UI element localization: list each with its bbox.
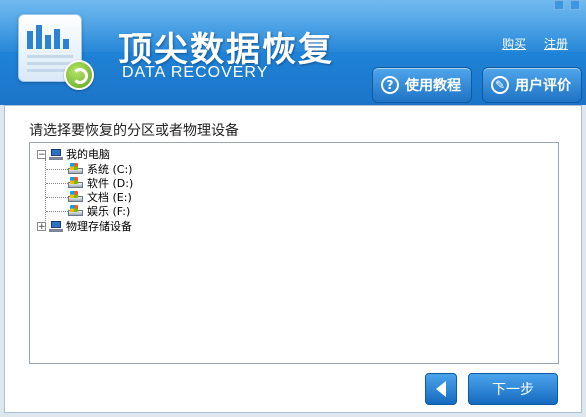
drive-icon bbox=[68, 191, 83, 203]
close-icon[interactable] bbox=[570, 0, 580, 10]
drive-icon bbox=[68, 177, 83, 189]
tree-node-label: 物理存储设备 bbox=[66, 220, 132, 233]
review-button[interactable]: ✎ 用户评价 bbox=[482, 67, 582, 103]
tutorial-button[interactable]: ? 使用教程 bbox=[372, 67, 472, 103]
tree-line bbox=[46, 169, 68, 170]
review-icon: ✎ bbox=[491, 76, 509, 94]
tree-node-partition[interactable]: 文档 (E:) bbox=[68, 190, 132, 204]
header-banner: 顶尖数据恢复 DATA RECOVERY 购买 注册 ? 使用教程 ✎ 用户评价 bbox=[0, 0, 586, 105]
drive-icon bbox=[68, 205, 83, 217]
minimize-icon[interactable] bbox=[554, 0, 564, 10]
collapse-icon[interactable]: − bbox=[37, 149, 46, 159]
buy-link[interactable]: 购买 bbox=[502, 37, 526, 51]
tree-node-partition[interactable]: 娱乐 (F:) bbox=[68, 204, 130, 218]
tree-line bbox=[46, 183, 68, 184]
tree-node-computer[interactable]: − 我的电脑 bbox=[37, 147, 110, 161]
recover-badge-icon bbox=[64, 60, 94, 90]
tree-line bbox=[46, 197, 68, 198]
tutorial-label: 使用教程 bbox=[405, 78, 461, 94]
logo-bars-icon bbox=[27, 23, 73, 49]
question-icon: ? bbox=[381, 76, 399, 94]
tree-node-partition[interactable]: 系统 (C:) bbox=[68, 162, 132, 176]
app-subtitle: DATA RECOVERY bbox=[122, 64, 269, 81]
back-arrow-icon bbox=[436, 381, 446, 397]
tree-node-label: 我的电脑 bbox=[66, 148, 110, 161]
partition-label: 娱乐 (F:) bbox=[87, 205, 131, 218]
device-tree[interactable]: − 我的电脑 系统 (C:) 软件 (D:) 文档 (E:) 娱乐 (F:) +… bbox=[29, 142, 559, 364]
tree-node-partition[interactable]: 软件 (D:) bbox=[68, 176, 133, 190]
main-panel: 请选择要恢复的分区或者物理设备 − 我的电脑 系统 (C:) 软件 (D:) 文… bbox=[4, 105, 582, 413]
app-logo bbox=[18, 14, 94, 90]
tree-line bbox=[46, 211, 68, 212]
top-links: 购买 注册 bbox=[488, 35, 568, 52]
register-link[interactable]: 注册 bbox=[544, 37, 568, 51]
review-label: 用户评价 bbox=[515, 78, 571, 94]
drive-icon bbox=[68, 163, 83, 175]
expand-icon[interactable]: + bbox=[37, 221, 46, 231]
computer-icon bbox=[49, 220, 63, 232]
computer-icon bbox=[49, 148, 63, 160]
tree-node-physical[interactable]: + 物理存储设备 bbox=[37, 219, 132, 233]
back-button[interactable] bbox=[425, 373, 457, 405]
next-button[interactable]: 下一步 bbox=[468, 373, 558, 405]
window-controls bbox=[546, 0, 586, 14]
select-prompt: 请选择要恢复的分区或者物理设备 bbox=[29, 123, 239, 139]
